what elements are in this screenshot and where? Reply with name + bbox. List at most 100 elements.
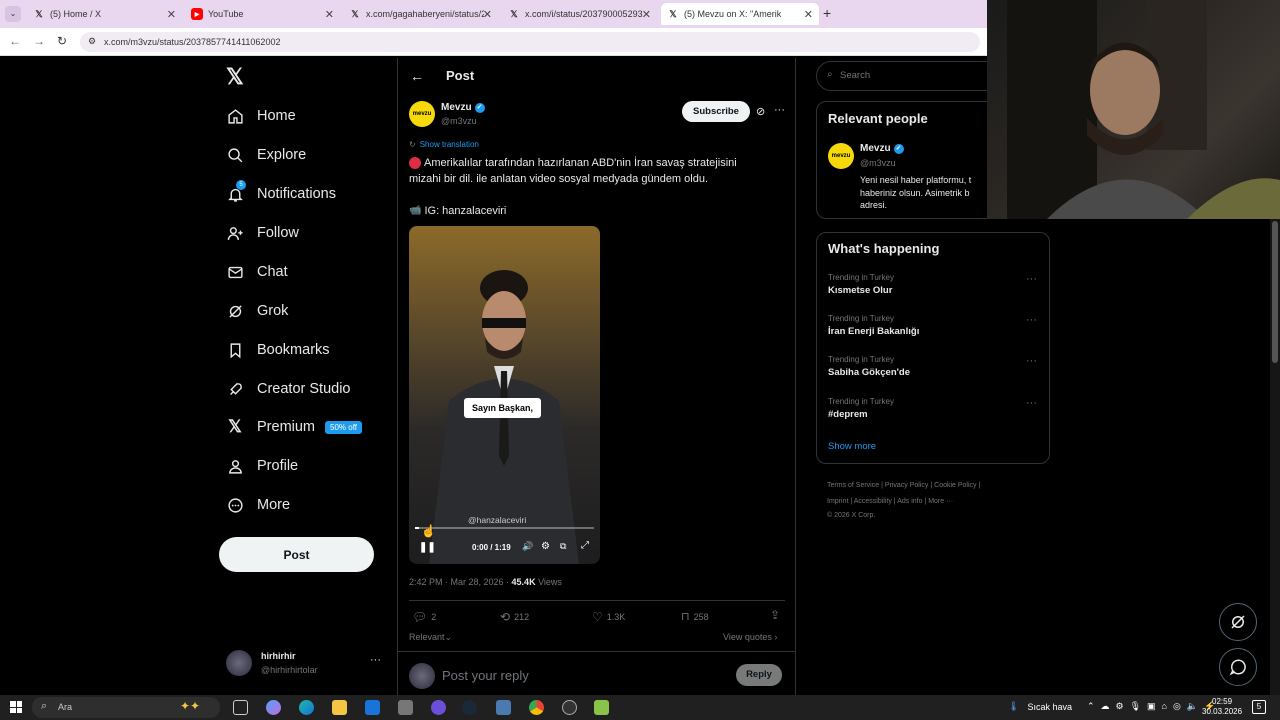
scrollbar-thumb[interactable] xyxy=(1272,221,1278,363)
grok-float-button[interactable] xyxy=(1219,603,1257,641)
bookmark-icon xyxy=(226,341,244,359)
follow-icon xyxy=(226,224,244,242)
reload-icon[interactable]: ↻ xyxy=(57,34,67,48)
taskbar-search[interactable]: ⌕ Ara ✦✦ xyxy=(32,697,220,718)
thermometer-icon: 🌡︎ xyxy=(1008,701,1020,711)
trend-item[interactable]: Trending in Turkey Kısmetse Olur xyxy=(828,273,894,296)
footer-link[interactable]: Privacy Policy xyxy=(885,482,929,489)
nav-premium[interactable]: 𝕏 Premium 50% off xyxy=(226,414,362,440)
view-quotes-link[interactable]: View quotes › xyxy=(723,632,777,642)
nav-more[interactable]: More xyxy=(226,492,290,518)
person-avatar[interactable]: mevzu xyxy=(828,143,854,169)
tab-mevzu[interactable]: 𝕏 (5) Mevzu on X: "Amerik ✕ xyxy=(661,3,819,25)
main-column: ← Post mevzu Mevzu ✓ @m3vzu Subscribe ⊘ … xyxy=(397,58,796,698)
account-switcher[interactable]: hirhirhir @hirhirhirtolar ··· xyxy=(226,648,386,680)
subscribe-button[interactable]: Subscribe xyxy=(682,101,750,122)
tab-youtube[interactable]: ▶ YouTube ✕ xyxy=(185,3,340,25)
footer-link[interactable]: Terms of Service xyxy=(827,482,879,489)
close-icon[interactable]: ✕ xyxy=(642,8,651,21)
person-name[interactable]: Mevzu ✓ xyxy=(860,143,904,154)
copilot-icon[interactable] xyxy=(266,700,281,715)
weather-widget[interactable]: 🌡︎ Sıcak hava xyxy=(1008,701,1072,712)
grok-icon[interactable]: ⊘ xyxy=(756,105,765,118)
post-button[interactable]: Post xyxy=(219,537,374,572)
settings-icon[interactable]: ⚙ xyxy=(541,541,550,552)
store-icon[interactable] xyxy=(398,700,413,715)
trend-item[interactable]: Trending in Turkey #deprem xyxy=(828,397,894,420)
app-icon[interactable] xyxy=(496,700,511,715)
back-icon[interactable]: ← xyxy=(9,34,21,48)
sort-relevant-dropdown[interactable]: Relevant⌄ xyxy=(409,632,452,643)
nav-bookmarks[interactable]: Bookmarks xyxy=(226,337,330,363)
chat-float-button[interactable] xyxy=(1219,648,1257,686)
file-explorer-icon[interactable] xyxy=(332,700,347,715)
trend-item[interactable]: Trending in Turkey Sabiha Gökçen'de xyxy=(828,355,910,378)
tab-home-x[interactable]: 𝕏 (5) Home / X ✕ xyxy=(27,3,182,25)
nav-profile[interactable]: Profile xyxy=(226,453,298,479)
new-tab-button[interactable]: + xyxy=(823,5,831,21)
notification-center-icon[interactable]: 5 xyxy=(1252,700,1266,714)
page-scrollbar[interactable] xyxy=(1270,219,1280,695)
more-icon[interactable]: ··· xyxy=(1026,355,1037,367)
site-info-icon[interactable]: ⚙ xyxy=(88,36,96,47)
back-arrow-icon[interactable]: ← xyxy=(410,68,424,84)
url-field[interactable]: ⚙ x.com/m3vzu/status/2037857741411062002 xyxy=(80,32,980,52)
fullscreen-icon[interactable]: ⤢ xyxy=(581,540,589,551)
nav-home[interactable]: Home xyxy=(226,103,296,129)
nav-follow[interactable]: Follow xyxy=(226,220,299,246)
windows-start-icon[interactable] xyxy=(10,701,22,713)
video-progress-track[interactable] xyxy=(415,527,594,529)
nav-explore[interactable]: Explore xyxy=(226,142,306,168)
reply-button[interactable]: Reply xyxy=(736,664,782,686)
mail-app-icon[interactable] xyxy=(365,700,380,715)
close-icon[interactable]: ✕ xyxy=(167,8,176,21)
app-icon[interactable] xyxy=(562,700,577,715)
notepad-icon[interactable] xyxy=(594,700,609,715)
close-icon[interactable]: ✕ xyxy=(325,8,334,21)
youtube-logo-icon: ▶ xyxy=(191,8,203,20)
author-avatar[interactable]: mevzu xyxy=(409,101,435,127)
edge-icon[interactable] xyxy=(299,700,314,715)
close-icon[interactable]: ✕ xyxy=(483,8,492,21)
footer-link[interactable]: Cookie Policy xyxy=(934,482,976,489)
repost-stat[interactable]: ⟲ 212 xyxy=(500,610,529,624)
like-stat[interactable]: ♡ 1.3K xyxy=(592,610,625,624)
reply-input[interactable]: Post your reply xyxy=(442,668,722,683)
more-icon[interactable]: ··· xyxy=(1026,273,1037,285)
tab-status[interactable]: 𝕏 x.com/i/status/20379000529333 ✕ xyxy=(502,3,657,25)
nav-creator-studio[interactable]: Creator Studio xyxy=(226,376,351,402)
video-caption: Sayın Başkan, xyxy=(464,398,542,418)
close-icon[interactable]: ✕ xyxy=(804,8,813,21)
chrome-icon[interactable] xyxy=(529,700,544,715)
share-icon[interactable]: ⇪ xyxy=(770,608,780,622)
show-more-link[interactable]: Show more xyxy=(828,441,876,452)
task-view-icon[interactable] xyxy=(233,700,248,715)
nav-chat[interactable]: Chat xyxy=(226,259,288,285)
nav-notifications[interactable]: 5 Notifications xyxy=(226,180,336,207)
tab-list-dropdown[interactable]: ⌄ xyxy=(5,6,21,22)
footer-link[interactable]: More ··· xyxy=(928,498,953,505)
pause-icon[interactable]: ❚❚ xyxy=(419,542,436,553)
volume-icon[interactable]: 🔊 xyxy=(522,541,533,552)
reply-stat[interactable]: 💬︎ 2 xyxy=(412,610,436,624)
show-translation-link[interactable]: ↻ Show translation xyxy=(409,140,479,149)
footer-link[interactable]: Accessibility xyxy=(854,498,892,505)
trend-item[interactable]: Trending in Turkey İran Enerji Bakanlığı xyxy=(828,314,919,337)
tab-gagahaber[interactable]: 𝕏 x.com/gagahaberyeni/status/20 ✕ xyxy=(343,3,498,25)
nav-grok[interactable]: Grok xyxy=(226,298,288,324)
author-name[interactable]: Mevzu ✓ xyxy=(441,102,485,113)
app-icon[interactable] xyxy=(431,700,446,715)
picture-in-picture-icon[interactable]: ⧉ xyxy=(560,541,566,552)
x-logo[interactable]: 𝕏 xyxy=(226,64,244,90)
x-icon: 𝕏 xyxy=(228,417,242,436)
more-icon[interactable]: ··· xyxy=(1026,397,1037,409)
bookmark-stat[interactable]: ⊓ 258 xyxy=(681,610,709,623)
forward-icon[interactable]: → xyxy=(33,34,45,48)
video-player[interactable]: Sayın Başkan, @hanzalaceviri ❚❚ 0:00 / 1… xyxy=(409,226,600,564)
footer-link[interactable]: Ads info xyxy=(897,498,922,505)
steam-icon[interactable] xyxy=(462,700,477,715)
more-options-icon[interactable]: ··· xyxy=(774,104,785,116)
clock[interactable]: 02:59 30.03.2026 xyxy=(1202,697,1242,717)
more-icon[interactable]: ··· xyxy=(1026,314,1037,326)
footer-link[interactable]: Imprint xyxy=(827,498,848,505)
